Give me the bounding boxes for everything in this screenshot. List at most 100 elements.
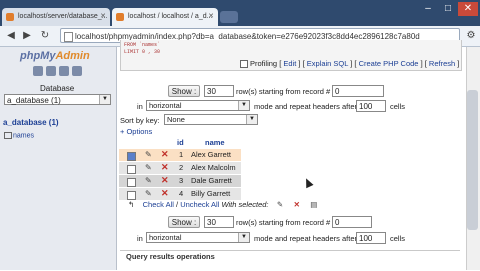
edit-link[interactable]: Edit (283, 59, 296, 68)
edit-selected-icon[interactable]: ✎ (277, 200, 283, 209)
table-row[interactable]: ✎ ✕ 2 Alex Malcolm (119, 162, 241, 174)
mode-label-top: mode and repeat headers after (254, 102, 357, 111)
tab-2-label: localhost / localhost / a_d... (128, 13, 213, 20)
check-all-link[interactable]: Check All (143, 200, 174, 209)
forward-icon[interactable]: ▶ (20, 29, 34, 43)
options-link[interactable]: + Options (120, 127, 152, 136)
logo-admin: Admin (55, 50, 90, 62)
database-select-value: a_database (1) (7, 96, 61, 105)
show-button-bottom[interactable]: Show : (168, 216, 200, 228)
show-button-top[interactable]: Show : (168, 85, 200, 97)
edit-icon[interactable]: ✎ (145, 151, 153, 159)
sql-query-icon[interactable] (46, 66, 56, 76)
delete-selected-icon[interactable]: ✕ (294, 200, 300, 209)
close-window-icon[interactable]: ✕ (458, 2, 478, 16)
cell-name: Dale Garrett (191, 176, 232, 185)
browser-tab-1[interactable]: localhost/server/database_... ✕ (2, 8, 110, 26)
cell-id: 3 (179, 176, 184, 185)
help-icon[interactable] (72, 66, 82, 76)
scrollbar-thumb[interactable] (467, 90, 478, 230)
headers-input-bottom[interactable]: 100 (356, 232, 386, 244)
delete-icon[interactable]: ✕ (161, 176, 169, 185)
query-results-operations-label: Query results operations (126, 252, 215, 261)
with-selected-label: With selected: (221, 200, 269, 209)
minimize-icon[interactable]: – (418, 2, 438, 16)
table-icon (4, 132, 12, 139)
delete-icon[interactable]: ✕ (161, 150, 169, 159)
maximize-icon[interactable]: □ (438, 2, 458, 16)
start-record-input-top[interactable]: 0 (332, 85, 384, 97)
chevron-down-icon: ▼ (238, 101, 249, 110)
close-tab-2-icon[interactable]: ✕ (208, 8, 214, 26)
sort-by-key-label: Sort by key: (120, 116, 160, 125)
check-separator: / (176, 200, 179, 209)
delete-icon[interactable]: ✕ (161, 163, 169, 172)
arrow-up-left-icon: ↰ (128, 200, 135, 209)
tab-1-label: localhost/server/database_... (18, 13, 108, 20)
mode-select-bottom[interactable]: horizontal ▼ (146, 232, 250, 243)
database-label: Database (40, 84, 75, 93)
database-select[interactable]: a_database (1) ▼ (4, 94, 111, 105)
profiling-checkbox[interactable] (240, 60, 248, 69)
edit-icon[interactable]: ✎ (145, 190, 153, 198)
row-checkbox[interactable] (127, 191, 136, 200)
sql-line-1: FROM `names` (124, 42, 161, 48)
sql-line-2: LIMIT 0 , 30 (124, 49, 161, 55)
column-header-name[interactable]: name (205, 137, 225, 148)
mode-label-bottom: mode and repeat headers after (254, 234, 357, 243)
table-link-label: names (13, 132, 35, 140)
phpmyadmin-logo[interactable]: phpMyAdmin (20, 50, 90, 62)
cells-label-bottom: cells (390, 234, 406, 243)
table-row[interactable]: ✎ ✕ 3 Dale Garrett (119, 175, 241, 187)
row-checkbox[interactable] (127, 178, 136, 187)
cell-id: 4 (179, 189, 184, 198)
cell-id: 1 (179, 150, 184, 159)
new-tab-button[interactable] (220, 11, 238, 23)
back-icon[interactable]: ◀ (4, 29, 18, 43)
create-php-code-link[interactable]: Create PHP Code (359, 59, 419, 68)
rows-input-top[interactable]: 30 (204, 85, 234, 97)
explain-sql-link[interactable]: Explain SQL (307, 59, 348, 68)
rows-label-top: row(s) starting from record # (236, 87, 331, 96)
headers-input-top[interactable]: 100 (356, 100, 386, 112)
column-header-id[interactable]: id (177, 137, 184, 148)
delete-icon[interactable]: ✕ (161, 189, 169, 198)
table-link-names[interactable]: names (4, 132, 34, 139)
browser-tab-2[interactable]: localhost / localhost / a_d... ✕ (112, 8, 218, 26)
chevron-down-icon: ▼ (99, 95, 110, 104)
start-record-input-bottom[interactable]: 0 (332, 216, 372, 228)
home-icon[interactable] (33, 66, 43, 76)
edit-icon[interactable]: ✎ (145, 177, 153, 185)
close-tab-1-icon[interactable]: ✕ (100, 8, 106, 26)
wrench-icon[interactable]: ⚙ (464, 29, 478, 43)
database-link[interactable]: a_database (1) (3, 118, 59, 127)
page-icon (64, 32, 73, 42)
sort-select-value: None (167, 115, 185, 124)
cell-name: Billy Garrett (191, 189, 231, 198)
chevron-down-icon: ▼ (238, 233, 249, 242)
edit-icon[interactable]: ✎ (145, 164, 153, 172)
phpmyadmin-favicon-icon (6, 13, 14, 21)
mode-select-top-value: horizontal (149, 101, 182, 110)
in-label-bottom: in (137, 234, 143, 243)
row-checkbox[interactable] (127, 152, 136, 161)
rows-input-bottom[interactable]: 30 (204, 216, 234, 228)
sort-by-key-select[interactable]: None ▼ (164, 114, 258, 125)
cells-label-top: cells (390, 102, 406, 111)
chevron-down-icon: ▼ (246, 115, 257, 124)
cell-id: 2 (179, 163, 184, 172)
mode-select-bottom-value: horizontal (149, 233, 182, 242)
mode-select-top[interactable]: horizontal ▼ (146, 100, 250, 111)
uncheck-all-link[interactable]: Uncheck All (180, 200, 219, 209)
browser-tab-bar: localhost/server/database_... ✕ localhos… (0, 0, 480, 26)
export-selected-icon[interactable]: ▤ (310, 200, 317, 209)
table-row[interactable]: ✎ ✕ 1 Alex Garrett (119, 149, 241, 161)
reload-icon[interactable]: ↻ (38, 29, 52, 43)
refresh-link[interactable]: Refresh (429, 59, 455, 68)
profiling-label: Profiling (250, 59, 278, 68)
row-checkbox[interactable] (127, 165, 136, 174)
with-selected-bar: ↰ Check All / Uncheck All With selected:… (128, 200, 317, 209)
cell-name: Alex Garrett (191, 150, 232, 159)
docs-icon[interactable] (59, 66, 69, 76)
table-row[interactable]: ✎ ✕ 4 Billy Garrett (119, 188, 241, 200)
